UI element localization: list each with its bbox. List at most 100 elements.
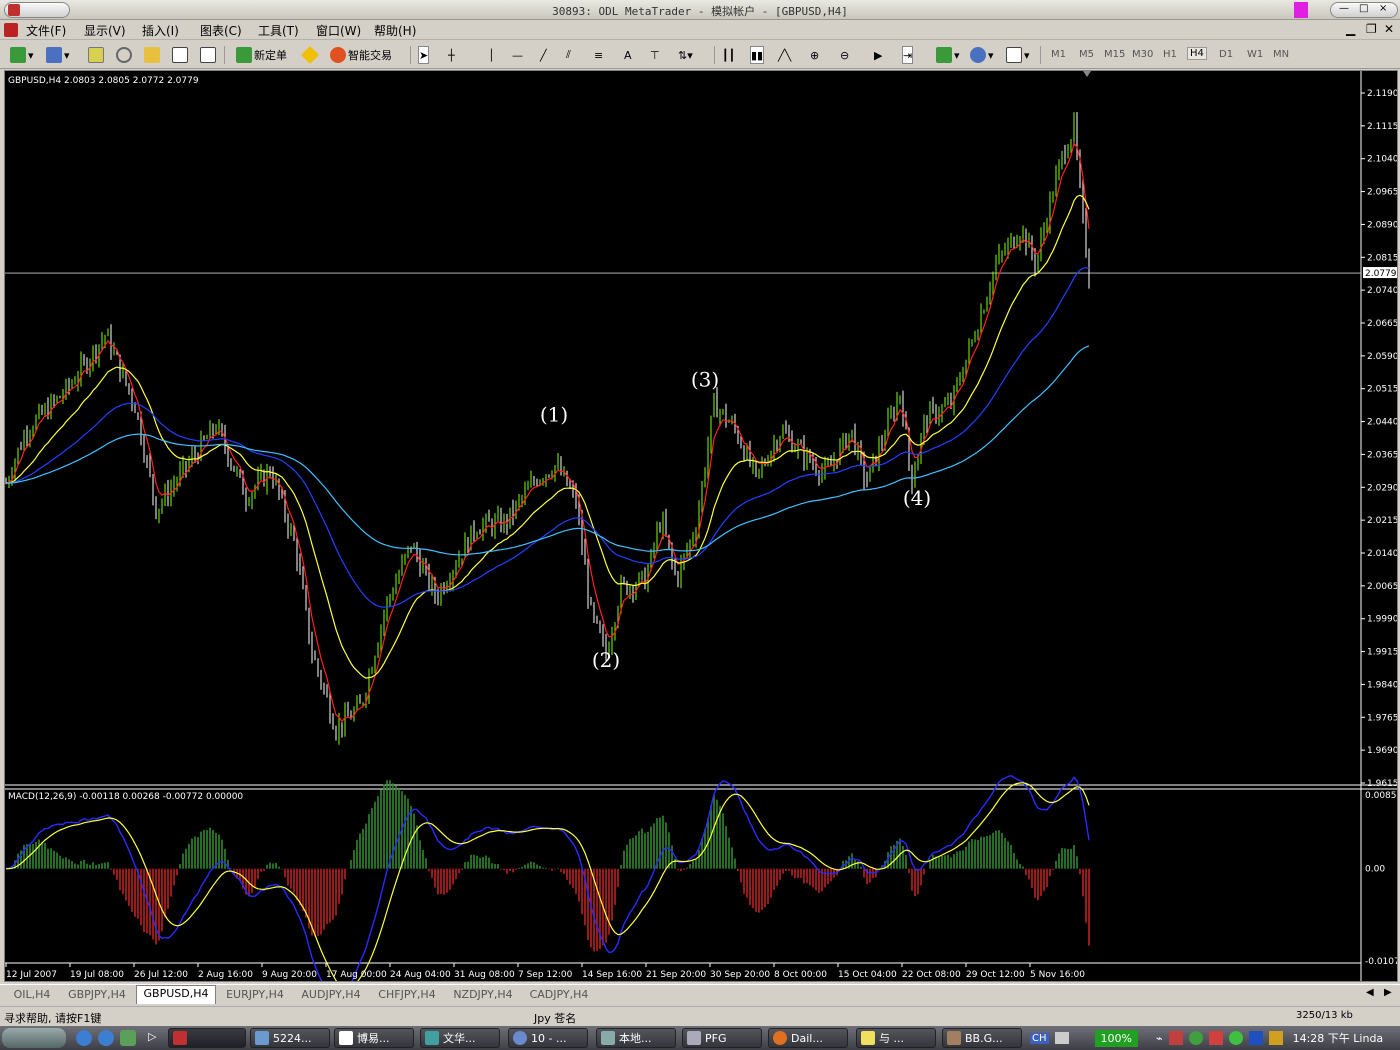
tab-audjpy[interactable]: AUDJPY,H4 <box>294 987 368 1004</box>
timeframe-m30[interactable]: M30 <box>1132 49 1153 60</box>
metaeditor-button[interactable] <box>300 45 320 65</box>
tab-nzdjpy[interactable]: NZDJPY,H4 <box>446 987 520 1004</box>
task-metatrader[interactable] <box>168 1028 246 1048</box>
zoom-indicator[interactable]: 100% <box>1094 1029 1138 1047</box>
task-bbg[interactable]: BB.G... <box>942 1028 1022 1048</box>
timeframe-m15[interactable]: M15 <box>1104 49 1125 60</box>
timeframe-h1[interactable]: H1 <box>1163 49 1177 60</box>
doc-restore-icon[interactable]: ❐ <box>1366 22 1377 36</box>
expert-advisors-button[interactable]: 智能交易 <box>330 46 392 64</box>
label-tool[interactable]: ⊤ <box>650 46 660 64</box>
plug-icon[interactable]: ⌁ <box>1156 1032 1163 1045</box>
tab-scroll-left-icon[interactable]: ◀ <box>1366 987 1374 998</box>
autoscroll-button[interactable]: ▶ <box>874 46 882 64</box>
wave-label: (1) <box>540 403 568 427</box>
maximize-icon[interactable]: □ <box>1359 3 1368 14</box>
quicklaunch-more-icon[interactable]: ▷ <box>148 1030 156 1043</box>
document-icon[interactable] <box>4 23 18 37</box>
tab-cadjpy[interactable]: CADJPY,H4 <box>522 987 596 1004</box>
tab-scroll-right-icon[interactable]: ▶ <box>1384 987 1392 998</box>
start-button[interactable] <box>2 1028 66 1048</box>
navigator-button[interactable] <box>116 46 132 64</box>
task-daily[interactable]: Dail... <box>768 1028 848 1048</box>
tab-gbpusd[interactable]: GBPUSD,H4 <box>136 985 216 1004</box>
task-wenhua[interactable]: 文华... <box>420 1028 500 1048</box>
ime-icon[interactable]: CH <box>1030 1032 1049 1044</box>
tray-shield-icon[interactable] <box>1188 1031 1203 1045</box>
timeframe-m1[interactable]: M1 <box>1051 49 1066 60</box>
vertical-line-tool[interactable]: │ <box>488 46 495 64</box>
menu-help[interactable]: 帮助(H) <box>374 22 416 39</box>
profiles-button[interactable]: ▾ <box>46 46 70 64</box>
browser-icon[interactable] <box>98 1030 114 1046</box>
line-chart-button[interactable]: ╱╲ <box>778 46 791 64</box>
tab-oil[interactable]: OIL,H4 <box>4 987 60 1004</box>
price-label: 2.0590 <box>1367 352 1397 362</box>
tab-chfjpy[interactable]: CHFJPY,H4 <box>370 987 444 1004</box>
ati-icon[interactable] <box>1208 1031 1223 1045</box>
cursor-tool[interactable]: ➤ <box>418 46 430 64</box>
crosshair-tool[interactable]: ┼ <box>448 46 455 64</box>
price-label: 2.1115 <box>1367 122 1397 132</box>
timeframe-h4[interactable]: H4 <box>1187 47 1207 60</box>
indicators-button[interactable]: ▾ <box>936 46 960 64</box>
network-icon[interactable] <box>120 1030 136 1046</box>
task-boyi[interactable]: 博易... <box>334 1028 414 1048</box>
task-5224[interactable]: 5224... <box>250 1028 330 1048</box>
tray-volume-icon[interactable] <box>1268 1031 1283 1045</box>
menu-insert[interactable]: 插入(I) <box>142 22 179 39</box>
timeframe-w1[interactable]: W1 <box>1247 49 1263 60</box>
new-chart-button[interactable]: ▾ <box>10 46 34 64</box>
zoom-in-button[interactable]: ⊕ <box>810 46 819 64</box>
market-watch-button[interactable] <box>88 46 104 64</box>
trendline-tool[interactable]: ╱ <box>540 46 547 64</box>
fibonacci-icon: ≡ <box>594 48 604 62</box>
tray-blue-icon[interactable] <box>1248 1031 1263 1045</box>
chart-shift-button[interactable]: ⇥ <box>902 46 914 64</box>
menu-charts[interactable]: 图表(C) <box>200 22 242 39</box>
timeframe-m5[interactable]: M5 <box>1079 49 1094 60</box>
menu-window[interactable]: 窗口(W) <box>316 22 361 39</box>
ie-icon[interactable] <box>76 1030 92 1046</box>
tray-app-icon[interactable] <box>1168 1031 1183 1045</box>
menu-tools[interactable]: 工具(T) <box>258 22 299 39</box>
zoom-out-button[interactable]: ⊖ <box>840 46 849 64</box>
folder-button[interactable] <box>144 46 160 64</box>
new-order-button[interactable]: 新定单 <box>236 46 287 64</box>
menu-file[interactable]: 文件(F) <box>26 22 66 39</box>
arrows-tool[interactable]: ⇅▾ <box>678 46 693 64</box>
tester-button[interactable] <box>200 46 216 64</box>
price-chart[interactable]: 2.1190 2.1115 2.1040 2.0965 2.0890 2.0815 2.07… <box>5 71 1397 981</box>
fibonacci-tool[interactable]: ≡ <box>594 46 603 64</box>
minimize-icon[interactable]: — <box>1339 3 1349 14</box>
task-local[interactable]: 本地... <box>596 1028 676 1048</box>
doc-close-icon[interactable]: ✕ <box>1384 22 1394 36</box>
timeframe-mn[interactable]: MN <box>1273 49 1289 60</box>
price-label: 2.0290 <box>1367 483 1397 493</box>
templates-button[interactable]: ▾ <box>1006 46 1030 64</box>
task-pfg[interactable]: PFG <box>682 1028 762 1048</box>
chart-window[interactable]: 2.1190 2.1115 2.1040 2.0965 2.0890 2.0815 2.07… <box>4 70 1398 982</box>
menu-view[interactable]: 显示(V) <box>84 22 126 39</box>
horizontal-line-tool[interactable]: — <box>512 46 523 64</box>
doc-minimize-icon[interactable]: ▁ <box>1346 22 1355 36</box>
tab-eurjpy[interactable]: EURJPY,H4 <box>218 987 292 1004</box>
task-10[interactable]: 10 - ... <box>508 1028 588 1048</box>
tray-green-icon[interactable] <box>1228 1031 1243 1045</box>
tab-gbpjpy[interactable]: GBPJPY,H4 <box>60 987 134 1004</box>
macd-panel: 0.00856 0.00 -0.01072 <box>5 774 1397 981</box>
keyboard-icon[interactable] <box>1054 1032 1069 1044</box>
pink-icon[interactable] <box>1294 2 1308 18</box>
status-traffic: 3250/13 kb <box>1296 1010 1353 1021</box>
window-controls-pill[interactable]: — □ × <box>1330 2 1398 18</box>
close-icon[interactable]: × <box>1379 3 1387 14</box>
bar-chart-button[interactable]: ┃┃ <box>722 46 735 64</box>
channel-tool[interactable]: ⫽ <box>566 46 571 64</box>
timeframe-d1[interactable]: D1 <box>1219 49 1233 60</box>
periods-button[interactable]: ▾ <box>970 46 994 64</box>
task-yu[interactable]: 与 ... <box>856 1028 936 1048</box>
candle-chart-button[interactable]: ▮▮ <box>750 46 765 64</box>
terminal-button[interactable] <box>172 46 188 64</box>
text-tool[interactable]: A <box>624 46 632 64</box>
trendline-icon: ╱ <box>540 48 547 62</box>
